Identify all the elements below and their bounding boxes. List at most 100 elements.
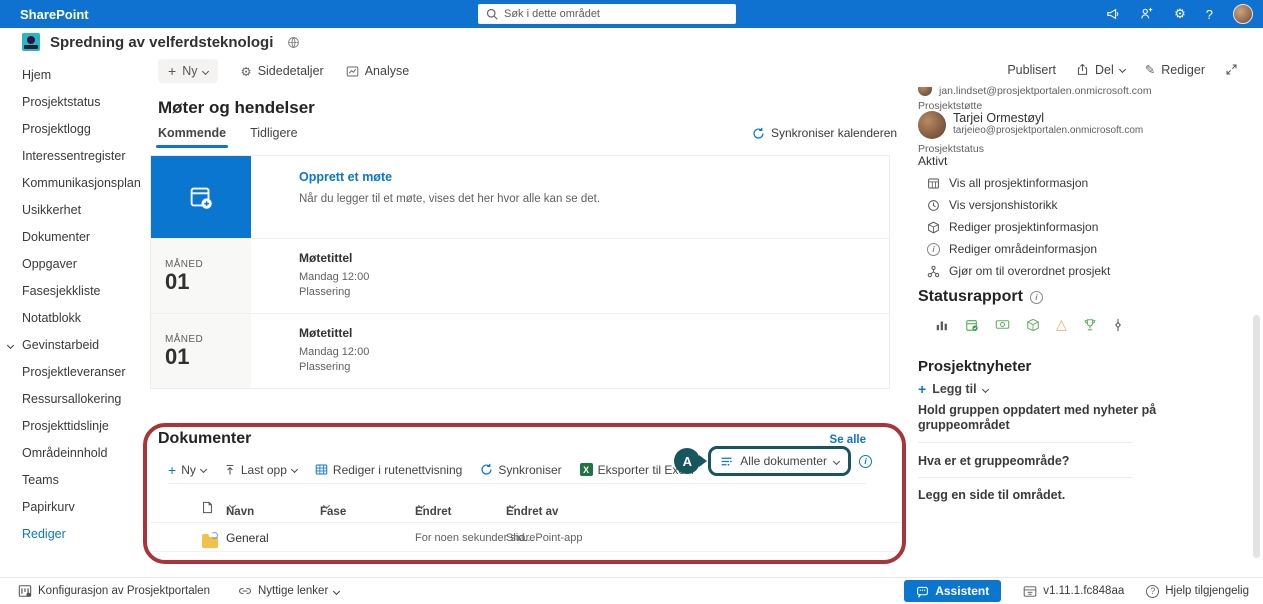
link-label: Vis versjonshistorikk bbox=[949, 198, 1057, 212]
sidebar-item-prosjektleveranser[interactable]: Prosjektleveranser bbox=[0, 359, 150, 386]
sidebar-item-ressursallokering[interactable]: Ressursallokering bbox=[0, 386, 150, 413]
view-selector-label: Alle dokumenter bbox=[740, 454, 827, 468]
edit-page-button[interactable]: ✎ Rediger bbox=[1145, 62, 1205, 77]
support-person[interactable]: Tarjei Ormestøyl tarjeieo@prosjektportal… bbox=[918, 111, 1143, 139]
sharepoint-brand[interactable]: SharePoint bbox=[20, 7, 89, 22]
search-input[interactable]: Søk i dette området bbox=[478, 4, 736, 24]
link-vis-all-prosjektinformasjon[interactable]: Vis all prosjektinformasjon bbox=[927, 176, 1088, 190]
link-icon bbox=[238, 585, 252, 597]
pencil-icon: ✎ bbox=[1145, 62, 1155, 77]
help-label: Hjelp tilgjengelig bbox=[1165, 585, 1249, 597]
new-button[interactable]: +Ny bbox=[158, 59, 218, 83]
news-title: Prosjektnyheter bbox=[918, 358, 1031, 375]
site-header: Spredning av velferdsteknologi bbox=[0, 28, 1263, 56]
sidebar-item-oppgaver[interactable]: Oppgaver bbox=[0, 251, 150, 278]
meeting-day: 01 bbox=[165, 345, 251, 368]
add-news-button[interactable]: +Legg til bbox=[918, 382, 988, 396]
share-button[interactable]: Del bbox=[1076, 63, 1125, 77]
milestone-icon bbox=[1113, 318, 1123, 332]
link-gjor-om-til-overordnet[interactable]: Gjør om til overordnet prosjekt bbox=[927, 264, 1110, 278]
sync-calendar-link[interactable]: Synkroniser kalenderen bbox=[752, 126, 897, 140]
sidebar-item-fasesjekkliste[interactable]: Fasesjekkliste bbox=[0, 278, 150, 305]
box-icon bbox=[1026, 318, 1040, 332]
analytics-button[interactable]: Analyse bbox=[346, 64, 409, 78]
column-endret[interactable]: Endret bbox=[415, 501, 424, 513]
sidebar-item-kommunikasjonsplan[interactable]: Kommunikasjonsplan bbox=[0, 170, 150, 197]
sidebar-item-omradeinnhold[interactable]: Områdeinnhold bbox=[0, 440, 150, 467]
bar-chart-icon bbox=[935, 318, 949, 332]
gear-icon[interactable]: ⚙ bbox=[1174, 6, 1186, 22]
sidebar-item-papirkurv[interactable]: Papirkurv bbox=[0, 494, 150, 521]
sidebar-item-dokumenter[interactable]: Dokumenter bbox=[0, 224, 150, 251]
row-name[interactable]: General bbox=[226, 531, 269, 545]
sidebar-item-prosjektstatus[interactable]: Prosjektstatus bbox=[0, 89, 150, 116]
column-navn[interactable]: Navn ↑ bbox=[226, 501, 235, 513]
user-avatar[interactable] bbox=[1233, 4, 1253, 24]
config-link[interactable]: Konfigurasjon av Prosjektportalen bbox=[18, 584, 210, 598]
expand-icon[interactable] bbox=[1225, 63, 1238, 76]
meeting-day: 01 bbox=[165, 270, 251, 293]
page-details-label: Sidedetaljer bbox=[258, 64, 324, 78]
doc-new-label: Ny bbox=[181, 463, 196, 477]
table-row[interactable]: General For noen sekunder sid... SharePo… bbox=[150, 522, 906, 552]
sidebar-edit-link[interactable]: Rediger bbox=[0, 521, 150, 548]
tab-tidligere[interactable]: Tidligere bbox=[250, 126, 297, 140]
folder-icon bbox=[202, 537, 218, 548]
meeting-item[interactable]: MÅNED 01 Møtetittel Mandag 12:00 Plasser… bbox=[151, 313, 889, 388]
help-available[interactable]: Hjelp tilgjengelig bbox=[1146, 585, 1249, 598]
tab-kommende[interactable]: Kommende bbox=[158, 126, 226, 140]
person-name: Tarjei Ormestøyl bbox=[953, 111, 1143, 125]
gear-icon: ⚙ bbox=[240, 64, 251, 79]
sidebar-item-teams[interactable]: Teams bbox=[0, 467, 150, 494]
create-meeting-link[interactable]: Opprett et møte bbox=[299, 170, 600, 184]
news-item[interactable]: Hold gruppen oppdatert med nyheter på gr… bbox=[918, 403, 1168, 433]
calendar-plus-icon bbox=[186, 182, 216, 212]
file-type-column-icon[interactable] bbox=[202, 501, 213, 514]
warning-triangle-icon: △ bbox=[1056, 316, 1067, 333]
view-selector-dropdown[interactable]: Alle dokumenter bbox=[708, 446, 851, 476]
admin-icon[interactable] bbox=[1140, 7, 1154, 21]
news-item[interactable]: Hva er et gruppeområde? bbox=[918, 454, 1168, 469]
sidebar-item-interessentregister[interactable]: Interessentregister bbox=[0, 143, 150, 170]
publish-status: Publisert bbox=[1007, 63, 1056, 77]
help-icon[interactable]: ? bbox=[1206, 7, 1213, 22]
sidebar-item-gevinstarbeid[interactable]: Gevinstarbeid bbox=[0, 332, 150, 359]
site-title[interactable]: Spredning av velferdsteknologi bbox=[50, 34, 273, 51]
doc-new-button[interactable]: +Ny bbox=[168, 463, 206, 477]
info-icon[interactable] bbox=[1030, 291, 1043, 304]
sync-icon bbox=[480, 463, 493, 476]
grid-edit-button[interactable]: Rediger i rutenettvisning bbox=[315, 463, 462, 477]
see-all-link[interactable]: Se alle bbox=[830, 434, 866, 446]
add-news-label: Legg til bbox=[932, 382, 976, 396]
info-icon[interactable] bbox=[859, 455, 872, 468]
link-vis-versjonshistorikk[interactable]: Vis versjonshistorikk bbox=[927, 198, 1057, 212]
assistant-label: Assistent bbox=[935, 584, 989, 598]
create-meeting-row[interactable]: Opprett et møte Når du legger til et møt… bbox=[151, 156, 889, 238]
doc-sync-button[interactable]: Synkroniser bbox=[480, 463, 561, 477]
column-fase[interactable]: Fase bbox=[320, 501, 329, 513]
link-rediger-omradeinformasjon[interactable]: Rediger områdeinformasjon bbox=[927, 242, 1097, 256]
assistant-button[interactable]: Assistent bbox=[904, 580, 1001, 602]
person-email: tarjeieo@prosjektportalen.onmicrosoft.co… bbox=[953, 125, 1143, 136]
useful-links-dropdown[interactable]: Nyttige lenker bbox=[238, 585, 339, 597]
vertical-scrollbar[interactable] bbox=[1253, 315, 1260, 558]
edit-label: Rediger bbox=[1161, 63, 1205, 77]
sidebar-item-usikkerhet[interactable]: Usikkerhet bbox=[0, 197, 150, 224]
site-logo[interactable] bbox=[22, 33, 40, 51]
grid-edit-label: Rediger i rutenettvisning bbox=[333, 463, 462, 477]
megaphone-icon[interactable] bbox=[1106, 7, 1120, 21]
column-endret-av[interactable]: Endret av bbox=[506, 501, 515, 513]
package-icon bbox=[1023, 585, 1037, 598]
sidebar-item-notatblokk[interactable]: Notatblokk bbox=[0, 305, 150, 332]
sidebar-item-hjem[interactable]: Hjem bbox=[0, 62, 150, 89]
upload-button[interactable]: Last opp bbox=[224, 463, 297, 477]
link-rediger-prosjektinformasjon[interactable]: Rediger prosjektinformasjon bbox=[927, 220, 1098, 234]
sidebar-item-prosjekttidslinje[interactable]: Prosjekttidslinje bbox=[0, 413, 150, 440]
sidebar-item-prosjektlogg[interactable]: Prosjektlogg bbox=[0, 116, 150, 143]
page-details-button[interactable]: ⚙ Sidedetaljer bbox=[240, 64, 323, 79]
link-label: Rediger prosjektinformasjon bbox=[949, 220, 1098, 234]
owner-row: jan.lindset@prosjektportalen.onmicrosoft… bbox=[918, 85, 1152, 97]
news-item[interactable]: Legg en side til området. bbox=[918, 488, 1168, 503]
excel-icon bbox=[580, 463, 593, 476]
meeting-item[interactable]: MÅNED 01 Møtetittel Mandag 12:00 Plasser… bbox=[151, 238, 889, 313]
